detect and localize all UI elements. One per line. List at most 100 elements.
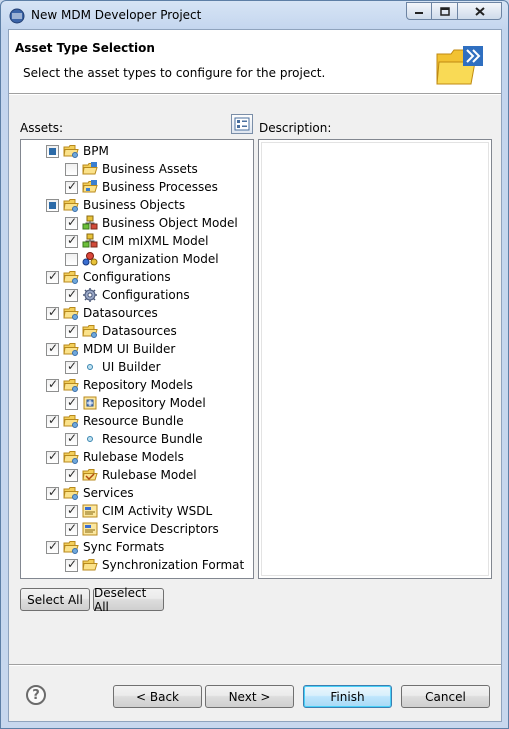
tree-item-label: Repository Models: [83, 378, 193, 392]
tree-checkbox[interactable]: [65, 252, 78, 266]
select-all-button[interactable]: Select All: [20, 588, 90, 611]
tree-checkbox[interactable]: [65, 395, 78, 410]
tree-checkbox[interactable]: [46, 198, 59, 212]
tree-item-label: Rulebase Models: [83, 450, 184, 464]
service-icon: [82, 522, 98, 536]
close-button[interactable]: [458, 2, 502, 20]
description-panel: [258, 139, 492, 579]
tree-checkbox[interactable]: [65, 233, 78, 248]
tree-item-label: Resource Bundle: [102, 432, 203, 446]
tree-item-label: Business Object Model: [102, 216, 238, 230]
cancel-button[interactable]: Cancel: [401, 685, 490, 708]
maximize-button[interactable]: [432, 2, 458, 20]
tree-item-label: Synchronization Format: [102, 558, 245, 572]
datasource-icon: [82, 325, 98, 338]
tree-item-label: Organization Model: [102, 252, 219, 266]
tree-checkbox[interactable]: [65, 521, 78, 536]
tree-checkbox[interactable]: [46, 485, 59, 500]
tree-checkbox[interactable]: [46, 377, 59, 392]
tree-category-row[interactable]: Business Objects: [46, 196, 185, 214]
minimize-icon: [415, 12, 423, 14]
gear-icon: [83, 288, 97, 302]
tree-checkbox[interactable]: [65, 467, 78, 482]
description-toggle-button[interactable]: [231, 114, 253, 134]
tree-item-label: MDM UI Builder: [83, 342, 176, 356]
finish-button[interactable]: Finish: [303, 685, 392, 708]
tree-checkbox[interactable]: [65, 557, 78, 572]
assets-label: Assets:: [20, 121, 64, 135]
minimize-button[interactable]: [406, 2, 432, 20]
tree-asset-row[interactable]: Business Object Model: [65, 214, 238, 232]
deselect-all-button[interactable]: Deselect All: [93, 586, 164, 614]
help-icon: ?: [32, 687, 40, 703]
tree-checkbox[interactable]: [65, 179, 78, 194]
dot-icon: [87, 364, 93, 370]
tree-checkbox[interactable]: [46, 449, 59, 464]
organization-model-icon: [82, 252, 98, 266]
tree-asset-row[interactable]: Organization Model: [65, 250, 219, 268]
folder-icon: [63, 487, 79, 500]
tree-asset-row[interactable]: Rulebase Model: [65, 466, 197, 484]
rulebase-icon: [82, 469, 98, 481]
tree-checkbox[interactable]: [46, 144, 59, 158]
tree-asset-row[interactable]: Service Descriptors: [65, 520, 219, 538]
tree-item-label: Service Descriptors: [102, 522, 219, 536]
tree-checkbox[interactable]: [46, 341, 59, 356]
tree-asset-row[interactable]: CIM mIXML Model: [65, 232, 208, 250]
tree-checkbox[interactable]: [46, 539, 59, 554]
tree-item-label: CIM Activity WSDL: [102, 504, 213, 518]
tree-category-row[interactable]: Rulebase Models: [46, 448, 184, 466]
tree-checkbox[interactable]: [46, 413, 59, 428]
page-title: Asset Type Selection: [15, 41, 155, 55]
asset-tree[interactable]: BPM Business Assets Business Processes Busi…: [20, 139, 254, 579]
tree-checkbox[interactable]: [65, 359, 78, 374]
tree-asset-row[interactable]: Configurations: [65, 286, 190, 304]
tree-asset-row[interactable]: CIM Activity WSDL: [65, 502, 212, 520]
folder-icon: [63, 145, 79, 158]
tree-asset-row[interactable]: Business Assets: [65, 160, 198, 178]
tree-checkbox[interactable]: [65, 323, 78, 338]
tree-item-label: Rulebase Model: [102, 468, 197, 482]
help-button[interactable]: ?: [26, 685, 46, 705]
tree-item-label: BPM: [83, 144, 109, 158]
back-button[interactable]: < Back: [113, 685, 202, 708]
window-title: New MDM Developer Project: [31, 8, 202, 22]
sync-format-icon: [82, 559, 98, 571]
tree-category-row[interactable]: BPM: [46, 142, 109, 160]
business-assets-icon: [82, 162, 98, 175]
tree-asset-row[interactable]: Repository Model: [65, 394, 206, 412]
tree-asset-row[interactable]: Business Processes: [65, 178, 218, 196]
tree-category-row[interactable]: Repository Models: [46, 376, 193, 394]
title-bar[interactable]: New MDM Developer Project: [1, 1, 508, 29]
tree-checkbox[interactable]: [65, 503, 78, 518]
tree-checkbox[interactable]: [65, 431, 78, 446]
wizard-folder-icon: [436, 46, 483, 85]
tree-asset-row[interactable]: Datasources: [65, 322, 177, 340]
tree-checkbox[interactable]: [46, 269, 59, 284]
tree-checkbox[interactable]: [46, 305, 59, 320]
description-label: Description:: [259, 121, 332, 135]
dialog-client-area: Asset Type Selection Select the asset ty…: [8, 29, 502, 722]
eclipse-app-icon: [9, 8, 25, 24]
tree-asset-row[interactable]: UI Builder: [65, 358, 161, 376]
tree-checkbox[interactable]: [65, 215, 78, 230]
tree-category-row[interactable]: Resource Bundle: [46, 412, 184, 430]
tree-category-row[interactable]: Datasources: [46, 304, 158, 322]
window-controls: [406, 2, 502, 20]
tree-category-row[interactable]: Sync Formats: [46, 538, 164, 556]
tree-item-label: UI Builder: [102, 360, 161, 374]
tree-category-row[interactable]: Services: [46, 484, 134, 502]
tree-asset-row[interactable]: Synchronization Format: [65, 556, 244, 574]
tree-item-label: CIM mIXML Model: [102, 234, 209, 248]
tree-checkbox[interactable]: [65, 162, 78, 176]
tree-checkbox[interactable]: [65, 287, 78, 302]
folder-icon: [63, 541, 79, 554]
tree-category-row[interactable]: MDM UI Builder: [46, 340, 175, 358]
next-button[interactable]: Next >: [205, 685, 294, 708]
tree-item-label: Services: [83, 486, 134, 500]
tree-item-label: Business Objects: [83, 198, 186, 212]
folder-icon: [63, 199, 79, 212]
wizard-header: Asset Type Selection Select the asset ty…: [9, 30, 501, 94]
tree-asset-row[interactable]: Resource Bundle: [65, 430, 203, 448]
tree-category-row[interactable]: Configurations: [46, 268, 171, 286]
